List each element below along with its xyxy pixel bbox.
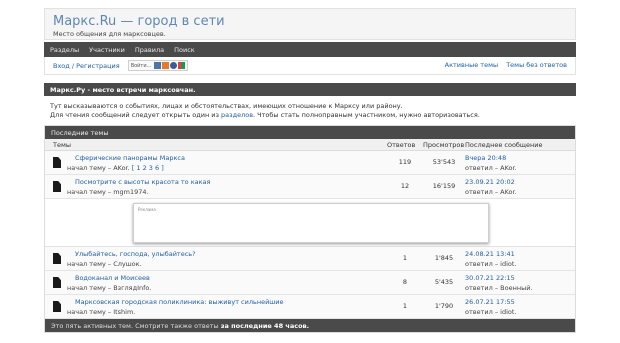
- google-icon[interactable]: [178, 62, 186, 69]
- login-register-link[interactable]: Вход / Регистрация: [53, 62, 120, 70]
- topic-starter: начал тему – AKor. [ 1 2 3 6 ]: [67, 164, 164, 172]
- topic-row: Марксовская городская поликлиника: выжив…: [45, 295, 575, 319]
- topic-row: Улыбайтесь, господа, улыбайтесь? начал т…: [45, 247, 575, 271]
- topic-icon: [53, 157, 61, 168]
- last-48-hours-link[interactable]: за последние 48 часов.: [221, 322, 309, 330]
- topic-views: 1'790: [434, 302, 454, 310]
- last-post-author: ответил – idiot.: [465, 308, 517, 316]
- topic-views: 53'543: [432, 158, 456, 166]
- topic-icon: [53, 253, 61, 264]
- topic-replies: 119: [398, 158, 412, 166]
- last-post-author: ответил – AKor.: [465, 188, 517, 196]
- recent-topics: Последние темы Темы Ответов Просмотров П…: [44, 125, 576, 333]
- last-post-date[interactable]: 26.07.21 17:55: [465, 298, 515, 306]
- col-replies: Ответов: [387, 141, 416, 149]
- topic-row: Посмотрите с высоты красота то какая нач…: [45, 175, 575, 199]
- vk-icon[interactable]: [154, 62, 162, 69]
- last-post-date[interactable]: Вчера 20:48: [465, 154, 506, 162]
- column-headers: Темы Ответов Просмотров Последнее сообще…: [45, 139, 575, 151]
- site-header: Маркс.Ru — город в сети Место общения дл…: [44, 8, 576, 40]
- topic-pages[interactable]: [ 1 2 3 6 ]: [132, 164, 164, 172]
- sections-link[interactable]: разделов: [221, 111, 253, 119]
- main-nav: Разделы Участники Правила Поиск: [44, 42, 576, 57]
- site-description: Место общения для марксовцев.: [53, 30, 166, 38]
- topic-icon: [53, 181, 61, 192]
- mailru-icon[interactable]: [162, 62, 170, 69]
- topic-views: 1'845: [434, 254, 454, 262]
- col-views: Просмотров: [423, 141, 465, 149]
- social-login[interactable]: Войти...: [127, 60, 189, 71]
- last-post-author: ответил – idiot.: [465, 260, 517, 268]
- nav-members[interactable]: Участники: [89, 46, 125, 54]
- last-post-date[interactable]: 30.07.21 22:15: [465, 274, 515, 282]
- topic-title[interactable]: Улыбайтесь, господа, улыбайтесь?: [75, 250, 196, 258]
- welcome-text: Тут высказываются о событиях, лицах и об…: [44, 96, 576, 120]
- topic-replies: 12: [400, 182, 410, 190]
- page-wrapper: Маркс.Ru — город в сети Место общения дл…: [44, 8, 576, 333]
- nav-search[interactable]: Поиск: [174, 46, 195, 54]
- topic-starter: начал тему – Itshim.: [67, 308, 136, 316]
- welcome-line-1: Тут высказываются о событиях, лицах и об…: [50, 102, 403, 110]
- topic-replies: 8: [402, 278, 408, 286]
- at-icon[interactable]: [170, 62, 178, 69]
- ad-row: Реклама: [45, 199, 575, 247]
- topic-views: 16'159: [432, 182, 456, 190]
- topic-replies: 1: [402, 254, 408, 262]
- topic-row: Водоканал и Моисеев начал тему – ВзглядI…: [45, 271, 575, 295]
- col-last-post: Последнее сообщение: [465, 141, 543, 149]
- last-post-author: ответил – Военный.: [465, 284, 533, 292]
- topic-icon: [53, 277, 61, 288]
- nav-sections[interactable]: Разделы: [50, 46, 79, 54]
- topic-views: 5'435: [434, 278, 454, 286]
- topic-row: Сферические панорамы Маркса начал тему –…: [45, 151, 575, 175]
- col-topics: Темы: [53, 141, 72, 149]
- ad-label: Реклама: [138, 207, 156, 212]
- topic-starter: начал тему – mgm1974.: [67, 188, 149, 196]
- nav-rules[interactable]: Правила: [135, 46, 164, 54]
- topic-icon: [53, 301, 61, 312]
- ad-banner[interactable]: Реклама: [133, 203, 489, 243]
- unanswered-topics-link[interactable]: Темы без ответов: [506, 61, 567, 69]
- topic-title[interactable]: Сферические панорамы Маркса: [75, 154, 185, 162]
- social-login-label[interactable]: Войти...: [131, 63, 152, 69]
- active-topics-link[interactable]: Активные темы: [445, 61, 498, 69]
- topic-starter: начал тему – Слушок.: [67, 260, 142, 268]
- recent-topics-header: Последние темы: [45, 126, 575, 139]
- last-post-author: ответил – AKor.: [465, 164, 517, 172]
- topic-replies: 1: [402, 302, 408, 310]
- topics-footer: Это пять активных тем. Смотрите также от…: [45, 319, 575, 332]
- user-bar: Вход / Регистрация Войти... Активные тем…: [44, 57, 576, 75]
- quick-links: Активные темы Темы без ответов: [439, 61, 567, 69]
- last-post-date[interactable]: 24.08.21 13:41: [465, 250, 515, 258]
- topic-starter: начал тему – ВзглядInfo.: [67, 284, 152, 292]
- topic-title[interactable]: Водоканал и Моисеев: [75, 274, 150, 282]
- last-post-date[interactable]: 23.09.21 20:02: [465, 178, 515, 186]
- topic-title[interactable]: Посмотрите с высоты красота то какая: [75, 178, 210, 186]
- welcome-line-2: Для чтения сообщений следует открыть оди…: [50, 111, 480, 119]
- site-title[interactable]: Маркс.Ru — город в сети: [53, 15, 567, 29]
- topic-title[interactable]: Марксовская городская поликлиника: выжив…: [75, 298, 283, 306]
- welcome-title: Маркс.Ру - место встречи марксовчан.: [44, 83, 576, 96]
